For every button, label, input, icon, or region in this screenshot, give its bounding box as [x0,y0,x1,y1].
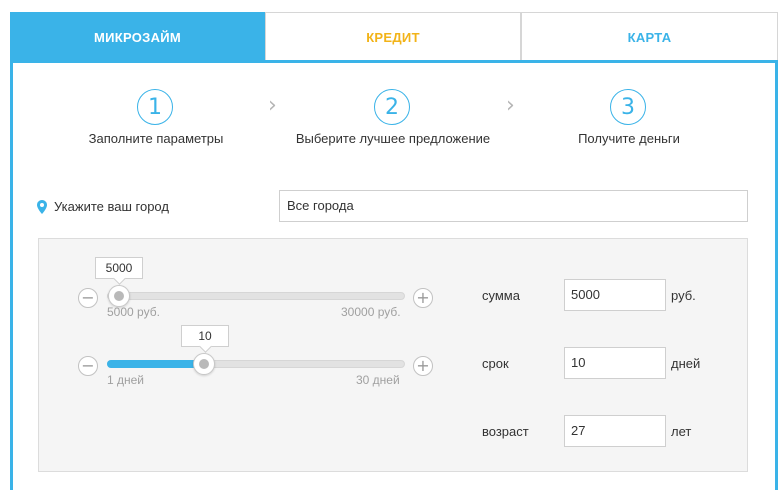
tab-microloan[interactable]: МИКРОЗАЙМ [10,12,265,62]
minus-icon[interactable]: − [78,356,98,376]
chevron-right-icon: › [506,93,515,118]
term-max-label: 30 дней [356,373,400,387]
term-slider-tooltip: 10 [181,325,229,347]
term-slider-handle[interactable] [193,353,215,375]
term-input[interactable]: 10 [564,347,666,379]
age-field-label: возраст [482,424,529,439]
city-label: Укажите ваш город [54,199,169,214]
plus-icon[interactable]: + [413,288,433,308]
city-input[interactable]: Все города [279,190,748,222]
minus-icon[interactable]: − [78,288,98,308]
plus-icon[interactable]: + [413,356,433,376]
step-3-label: Получите деньги [578,131,680,146]
term-min-label: 1 дней [107,373,145,387]
term-slider-fill [107,360,205,368]
chevron-right-icon: › [268,93,277,118]
step-2-label: Выберите лучшее предложение [295,131,491,146]
amount-slider-track[interactable] [107,292,405,300]
amount-unit: руб. [671,288,696,303]
step-1-label: Заполните параметры [88,131,224,146]
tab-credit[interactable]: КРЕДИТ [265,12,521,62]
amount-max-label: 30000 руб. [341,305,401,319]
amount-slider-tooltip: 5000 [95,257,143,279]
term-field-label: срок [482,356,509,371]
amount-field-label: сумма [482,288,520,303]
term-unit: дней [671,356,701,371]
age-input[interactable]: 27 [564,415,666,447]
amount-min-label: 5000 руб. [107,305,160,319]
map-pin-icon [37,200,47,214]
age-unit: лет [671,424,692,439]
tab-card[interactable]: КАРТА [521,12,778,62]
amount-input[interactable]: 5000 [564,279,666,311]
amount-slider-handle[interactable] [108,285,130,307]
step-3-number: 3 [610,89,646,125]
step-1-number: 1 [137,89,173,125]
step-2-number: 2 [374,89,410,125]
